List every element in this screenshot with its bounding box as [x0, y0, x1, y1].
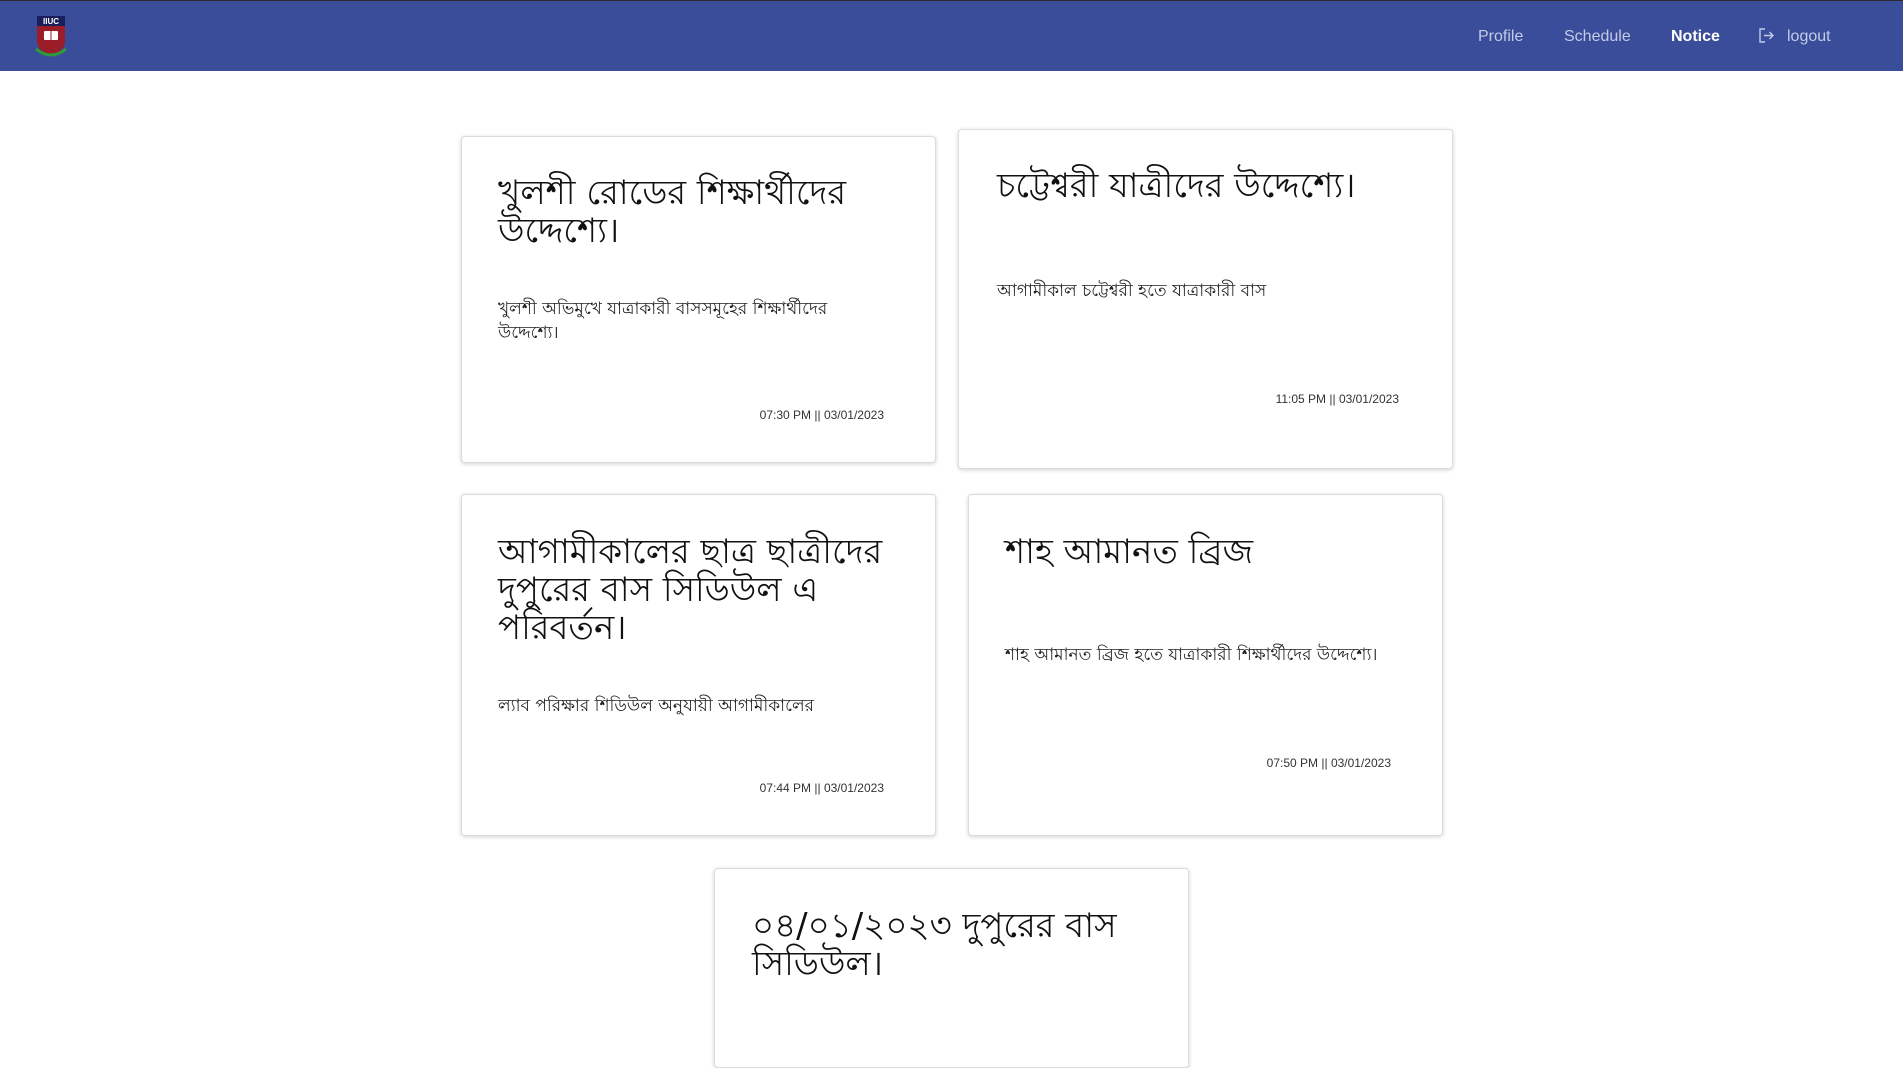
- nav-profile-link[interactable]: Profile: [1478, 27, 1523, 47]
- notice-timestamp: 07:30 PM || 03/01/2023: [759, 408, 884, 422]
- logout-icon: [1758, 28, 1775, 49]
- logo-text: IIUC: [43, 17, 59, 26]
- notice-title: চট্টেশ্বরী যাত্রীদের উদ্দেশ্যে।: [997, 166, 1356, 206]
- notice-timestamp: 11:05 PM || 03/01/2023: [1275, 392, 1399, 406]
- top-navbar: IIUC Profile Schedule Notice logout: [0, 0, 1903, 71]
- notice-card[interactable]: শাহ আমানত ব্রিজ শাহ আমানত ব্রিজ হতে যাত্…: [968, 494, 1443, 836]
- notice-body: খুলশী অভিমুখে যাত্রাকারী বাসসমূহের শিক্ষ…: [498, 299, 828, 343]
- nav-logout-link[interactable]: logout: [1758, 27, 1831, 49]
- nav-schedule-link[interactable]: Schedule: [1564, 27, 1631, 47]
- notice-title: খুলশী রোডের শিক্ষার্থীদের উদ্দেশ্যে।: [498, 173, 847, 251]
- notice-title: ০৪/০১/২০২৩ দুপুরের বাস সিডিউল।: [752, 906, 1117, 984]
- notice-timestamp: 07:44 PM || 03/01/2023: [759, 781, 884, 795]
- notice-card[interactable]: ০৪/০১/২০২৩ দুপুরের বাস সিডিউল।: [714, 868, 1189, 1068]
- notice-card[interactable]: চট্টেশ্বরী যাত্রীদের উদ্দেশ্যে। আগামীকাল…: [958, 129, 1453, 469]
- notice-body: শাহ আমানত ব্রিজ হতে যাত্রাকারী শিক্ষার্থ…: [1005, 645, 1378, 665]
- university-logo-icon[interactable]: IIUC: [33, 15, 69, 59]
- notice-timestamp: 07:50 PM || 03/01/2023: [1266, 756, 1391, 770]
- logout-label: logout: [1787, 28, 1831, 45]
- nav-notice-link[interactable]: Notice: [1671, 27, 1720, 47]
- notice-title: আগামীকালের ছাত্র ছাত্রীদের দুপুরের বাস স…: [498, 532, 883, 648]
- notice-body: আগামীকাল চট্টেশ্বরী হতে যাত্রাকারী বাস: [997, 281, 1267, 301]
- notice-card[interactable]: খুলশী রোডের শিক্ষার্থীদের উদ্দেশ্যে। খুল…: [461, 136, 936, 463]
- notice-body: ল্যাব পরিক্ষার শিডিউল অনুযায়ী আগামীকালে…: [498, 696, 814, 716]
- notice-title: শাহ আমানত ব্রিজ: [1005, 532, 1253, 572]
- notice-card[interactable]: আগামীকালের ছাত্র ছাত্রীদের দুপুরের বাস স…: [461, 494, 936, 836]
